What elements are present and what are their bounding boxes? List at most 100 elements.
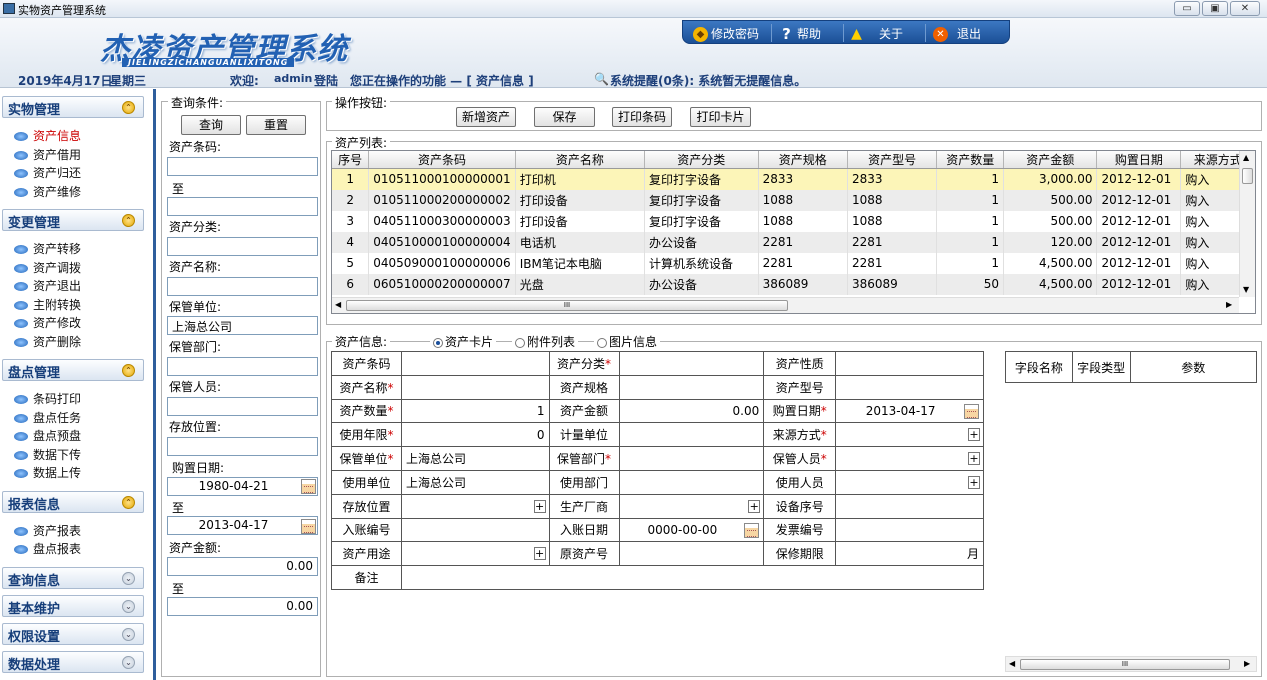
column-header[interactable]: 资产规格 [758,151,849,169]
sidebar-section-6[interactable]: 权限设置 ⌄ [2,622,144,645]
grid-horizontal-scrollbar[interactable]: ◀ III ▶ [332,297,1239,313]
add-icon[interactable]: + [533,547,546,561]
minimize-button[interactable]: ▭ [1174,1,1200,16]
tab-attachments[interactable]: 附件列表 [512,333,579,350]
form-field-value[interactable] [835,493,984,519]
exit-link[interactable]: ✕ 退出 [933,25,981,42]
form-field-value[interactable]: 月 [835,541,984,567]
sidebar-item[interactable]: 盘点任务 [14,409,81,426]
close-button[interactable]: ✕ [1230,1,1260,16]
calendar-icon[interactable] [301,519,316,534]
field-table-scrollbar[interactable]: ◀ III ▶ [1005,656,1257,672]
form-field-value[interactable] [618,374,765,400]
print-barcode-button[interactable]: 打印条码 [612,107,672,127]
purchase-date-from[interactable]: 1980-04-21 [167,477,318,496]
form-field-value[interactable]: + [400,493,550,519]
form-field-value[interactable]: + [618,493,765,519]
name-input[interactable] [167,277,318,296]
sidebar-item[interactable]: 资产信息 [14,127,81,144]
sidebar-item[interactable]: 资产退出 [14,277,81,294]
sidebar-item[interactable]: 资产维修 [14,183,81,200]
print-card-button[interactable]: 打印卡片 [690,107,751,127]
column-header[interactable]: 资产型号 [847,151,938,169]
form-field-value[interactable]: + [835,469,984,495]
form-field-value[interactable] [835,517,984,543]
form-field-value[interactable]: 上海总公司 [400,469,550,495]
sidebar-section-5[interactable]: 基本维护 ⌄ [2,594,144,617]
reset-button[interactable]: 重置 [246,115,306,135]
tab-images[interactable]: 图片信息 [594,333,661,350]
table-row[interactable]: 5 040509000100000006 IBM笔记本电脑 计算机系统设备 2281 22… [332,252,1255,274]
custodian-input[interactable] [167,397,318,416]
sidebar-item[interactable]: 资产调拨 [14,259,81,276]
form-field-value[interactable] [618,351,765,376]
add-icon[interactable]: + [968,428,980,442]
form-field-value[interactable]: 0 [400,422,550,448]
add-asset-button[interactable]: 新增资产 [456,107,516,127]
column-header[interactable]: 序号 [332,151,370,169]
custody-dept-input[interactable] [167,357,318,376]
sidebar-item[interactable]: 资产报表 [14,522,81,539]
form-field-value[interactable]: + [835,446,984,471]
expand-icon[interactable]: ⌄ [122,599,135,613]
form-field-value[interactable] [618,422,765,448]
sidebar-item[interactable]: 数据上传 [14,464,81,481]
maximize-button[interactable]: ▣ [1202,1,1228,16]
table-row[interactable]: 6 060510000200000007 光盘 办公设备 386089 386089 50 4… [332,273,1255,295]
expand-icon[interactable]: ⌄ [122,655,135,669]
sidebar-item[interactable]: 主附转换 [14,296,81,313]
sidebar-item[interactable]: 资产归还 [14,164,81,181]
form-field-value[interactable]: 上海总公司 [400,446,550,471]
category-input[interactable] [167,237,318,256]
scroll-down-icon[interactable]: ▼ [1243,285,1249,294]
scroll-up-icon[interactable]: ▲ [1243,153,1249,162]
sidebar-item[interactable]: 盘点报表 [14,540,81,557]
column-header[interactable]: 资产名称 [515,151,646,169]
form-field-value[interactable] [400,351,550,376]
collapse-icon[interactable]: ⌃ [122,364,135,377]
scroll-right-icon[interactable]: ▶ [1244,659,1250,668]
sidebar-section-3[interactable]: 报表信息 ⌃ [2,490,144,513]
calendar-icon[interactable] [301,479,316,494]
sidebar-item[interactable]: 资产借用 [14,146,81,163]
expand-icon[interactable]: ⌄ [122,571,135,585]
sidebar-section-1[interactable]: 变更管理 ⌃ [2,209,144,231]
barcode-to-input[interactable] [167,197,318,216]
add-icon[interactable]: + [748,499,761,513]
form-field-value[interactable] [835,374,984,400]
about-link[interactable]: ▲ 关于 [849,25,903,42]
form-field-value[interactable]: 2013-04-17 [835,398,984,424]
form-field-value[interactable]: + [400,541,550,567]
remark-input[interactable] [400,565,985,590]
calendar-icon[interactable] [744,522,760,538]
table-row[interactable]: 3 040511000300000003 打印设备 复印打字设备 1088 1088 1 50… [332,210,1255,232]
table-row[interactable]: 4 040510000100000004 电话机 办公设备 2281 2281 1 120.0… [332,231,1255,253]
purchase-date-to[interactable]: 2013-04-17 [167,516,318,535]
form-field-value[interactable] [618,469,765,495]
sidebar-item[interactable]: 条码打印 [14,390,81,407]
collapse-icon[interactable]: ⌃ [122,214,135,227]
grid-vertical-scrollbar[interactable]: ▲ ▼ [1239,151,1255,297]
save-button[interactable]: 保存 [534,107,595,127]
location-input[interactable] [167,437,318,456]
sidebar-item[interactable]: 盘点预盘 [14,427,81,444]
sidebar-item[interactable]: 资产转移 [14,240,81,257]
column-header[interactable]: 资产分类 [644,151,759,169]
scroll-right-icon[interactable]: ▶ [1226,300,1232,309]
form-field-value[interactable]: + [835,422,984,448]
amount-from-input[interactable]: 0.00 [167,557,318,576]
calendar-icon[interactable] [964,403,979,419]
tab-asset-card[interactable]: 资产卡片 [430,333,497,350]
form-field-value[interactable]: 1 [400,398,550,424]
sidebar-section-4[interactable]: 查询信息 ⌄ [2,566,144,589]
column-header[interactable]: 资产条码 [368,151,516,169]
add-icon[interactable]: + [968,475,980,489]
form-field-value[interactable] [618,446,765,471]
help-link[interactable]: ? 帮助 [779,25,821,42]
table-row[interactable]: 1 010511000100000001 打印机 复印打字设备 2833 2833 1 3,0… [332,168,1255,190]
scroll-left-icon[interactable]: ◀ [1009,659,1015,668]
add-icon[interactable]: + [968,452,980,466]
form-field-value[interactable] [400,517,550,543]
sidebar-item[interactable]: 数据下传 [14,446,81,463]
system-reminder[interactable]: 系统提醒(0条): 系统暂无提醒信息。 [610,72,806,89]
